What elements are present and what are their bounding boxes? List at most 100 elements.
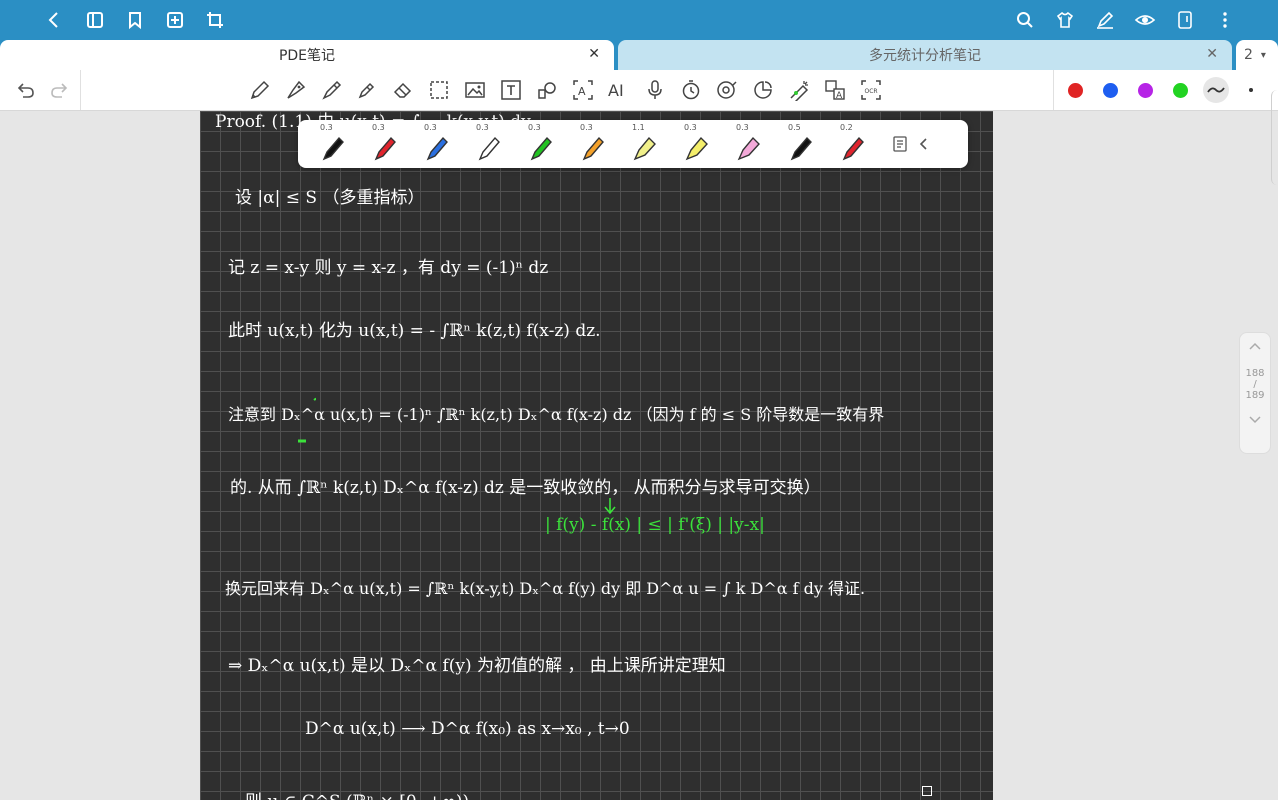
crop-icon[interactable] bbox=[203, 8, 227, 32]
pen-width-label: 0.3 bbox=[736, 123, 749, 132]
undo-icon[interactable] bbox=[14, 78, 38, 102]
eye-icon[interactable] bbox=[1133, 8, 1157, 32]
microphone-icon[interactable] bbox=[643, 78, 667, 102]
laser-pointer-icon[interactable] bbox=[787, 78, 811, 102]
ai-assistant-icon[interactable]: AI bbox=[607, 78, 631, 102]
sticker-icon[interactable] bbox=[751, 78, 775, 102]
close-tab-icon[interactable]: ✕ bbox=[1206, 46, 1218, 62]
chevron-down-icon: ▾ bbox=[1260, 49, 1266, 61]
more-vertical-icon[interactable] bbox=[1213, 8, 1237, 32]
pen-width-label: 0.3 bbox=[580, 123, 593, 132]
color-swatch-purple[interactable] bbox=[1138, 83, 1153, 98]
tab-pde-notes[interactable]: PDE笔记 ✕ bbox=[0, 40, 614, 70]
collapse-chevron-icon[interactable] bbox=[916, 136, 932, 156]
pen-icon bbox=[530, 136, 552, 161]
divider bbox=[80, 70, 81, 110]
tab-overflow[interactable]: 2 ▾ bbox=[1236, 40, 1278, 70]
svg-text:A: A bbox=[836, 91, 843, 101]
pen-preset[interactable]: 0.3 bbox=[566, 120, 618, 168]
ballpoint-pen-tool-icon[interactable] bbox=[320, 78, 344, 102]
pen-width-label: 0.3 bbox=[320, 123, 333, 132]
lasso-select-icon[interactable] bbox=[427, 78, 451, 102]
highlighter-preset[interactable]: 0.3 bbox=[670, 120, 722, 168]
highlighter-tool-icon[interactable] bbox=[355, 78, 379, 102]
handwriting-line: 设 |α| ≤ S （多重指标） bbox=[235, 188, 425, 208]
pen-icon bbox=[842, 136, 864, 161]
highlighter-icon bbox=[737, 136, 760, 161]
handwriting-line: 换元回来有 Dₓ^α u(x,t) = ∫ℝⁿ k(x-y,t) Dₓ^α f(… bbox=[225, 579, 866, 598]
shape-tool-icon[interactable] bbox=[535, 78, 559, 102]
theme-shirt-icon[interactable] bbox=[1053, 8, 1077, 32]
pencil-tool-icon[interactable] bbox=[248, 78, 272, 102]
pen-width-label: 0.3 bbox=[372, 123, 385, 132]
translate-icon[interactable]: A bbox=[823, 78, 847, 102]
tab-multivariate-notes[interactable]: 多元统计分析笔记 ✕ bbox=[618, 40, 1232, 70]
pen-width-label: 0.2 bbox=[840, 123, 853, 132]
text-box-icon[interactable] bbox=[499, 78, 523, 102]
pen-icon bbox=[478, 136, 500, 161]
eraser-tool-icon[interactable] bbox=[391, 78, 415, 102]
highlighter-preset[interactable]: 1.1 bbox=[618, 120, 670, 168]
highlighter-preset[interactable]: 0.3 bbox=[722, 120, 774, 168]
handwriting-line: 记 z = x-y 则 y = x-z ，有 dy = (-1)ⁿ dz bbox=[228, 258, 549, 278]
pen-icon bbox=[322, 136, 344, 161]
back-icon[interactable] bbox=[42, 8, 66, 32]
close-tab-icon[interactable]: ✕ bbox=[588, 46, 600, 62]
green-arrow-icon bbox=[604, 498, 616, 515]
pen-width-label: 1.1 bbox=[632, 123, 645, 132]
bookmark-icon[interactable] bbox=[123, 8, 147, 32]
search-icon[interactable] bbox=[1013, 8, 1037, 32]
pen-width-label: 0.5 bbox=[788, 123, 801, 132]
pen-preset[interactable]: 0.5 bbox=[774, 120, 826, 168]
handwriting-line: ⇒ Dₓ^α u(x,t) 是以 Dₓ^α f(y) 为初值的解 ， 由上课所讲… bbox=[228, 656, 726, 676]
pen-icon bbox=[426, 136, 448, 161]
pen-icon bbox=[582, 136, 604, 161]
handwriting-line: D^α u(x,t) ⟶ D^α f(x₀) as x→x₀ , t→0 bbox=[305, 719, 630, 739]
highlighter-icon bbox=[685, 136, 708, 161]
svg-text:OCR: OCR bbox=[865, 88, 878, 95]
page-navigator: 188 / 189 bbox=[1239, 332, 1271, 454]
highlighter-icon bbox=[633, 136, 656, 161]
tab-count: 2 bbox=[1244, 47, 1253, 63]
total-pages: 189 bbox=[1245, 390, 1265, 401]
pen-mode-icon[interactable] bbox=[1093, 8, 1117, 32]
stroke-width-dot-icon[interactable] bbox=[1239, 78, 1263, 102]
svg-text:AI: AI bbox=[608, 81, 624, 100]
pen-preset[interactable]: 0.2 bbox=[826, 120, 878, 168]
top-app-bar bbox=[0, 0, 1278, 40]
text-recognition-icon[interactable]: A bbox=[571, 78, 595, 102]
handwriting-line-green: | f(y) - f(x) | ≤ | f'(ξ) | |y-x| bbox=[545, 515, 765, 535]
redo-icon[interactable] bbox=[47, 78, 71, 102]
pen-preset[interactable]: 0.3 bbox=[462, 120, 514, 168]
pen-preset[interactable]: 0.3 bbox=[306, 120, 358, 168]
side-drawer-handle[interactable] bbox=[1271, 90, 1278, 185]
add-page-icon[interactable] bbox=[163, 8, 187, 32]
color-swatch-red[interactable] bbox=[1068, 83, 1083, 98]
pen-icon bbox=[374, 136, 396, 161]
pen-width-label: 0.3 bbox=[684, 123, 697, 132]
handwriting-line: 则 u ∈ C^S (ℝⁿ × [0, +∞)) bbox=[245, 787, 469, 800]
tab-title: PDE笔记 bbox=[278, 48, 336, 64]
handwriting-line: 此时 u(x,t) 化为 u(x,t) = - ∫ℝⁿ k(z,t) f(x-z… bbox=[228, 321, 601, 341]
fountain-pen-tool-icon[interactable] bbox=[284, 78, 308, 102]
pen-preset[interactable]: 0.3 bbox=[514, 120, 566, 168]
page-up-icon[interactable] bbox=[1240, 341, 1270, 354]
pen-preset-popup: 0.3 0.3 0.3 0.3 0.3 0.3 1.1 0.3 0.3 0.5 … bbox=[298, 120, 968, 168]
pen-list-icon[interactable] bbox=[892, 135, 908, 157]
color-swatch-blue[interactable] bbox=[1103, 83, 1118, 98]
pen-preset[interactable]: 0.3 bbox=[410, 120, 462, 168]
color-swatch-green[interactable] bbox=[1173, 83, 1188, 98]
notebook-list-icon[interactable] bbox=[83, 8, 107, 32]
divider bbox=[1053, 70, 1054, 110]
stroke-style-icon[interactable] bbox=[1203, 77, 1229, 103]
image-insert-icon[interactable] bbox=[463, 78, 487, 102]
timer-icon[interactable] bbox=[679, 78, 703, 102]
pen-preset[interactable]: 0.3 bbox=[358, 120, 410, 168]
page-down-icon[interactable] bbox=[1240, 415, 1270, 428]
audio-note-icon[interactable] bbox=[715, 78, 739, 102]
svg-text:A: A bbox=[578, 85, 586, 98]
ocr-icon[interactable]: OCR bbox=[859, 78, 883, 102]
drawing-toolbar: A AI A OCR bbox=[0, 70, 1278, 111]
note-canvas[interactable]: Proof. (1.1) 由 u(x,t) = ∫ ... k(x-y,t) d… bbox=[200, 111, 993, 800]
tablet-icon[interactable] bbox=[1173, 8, 1197, 32]
